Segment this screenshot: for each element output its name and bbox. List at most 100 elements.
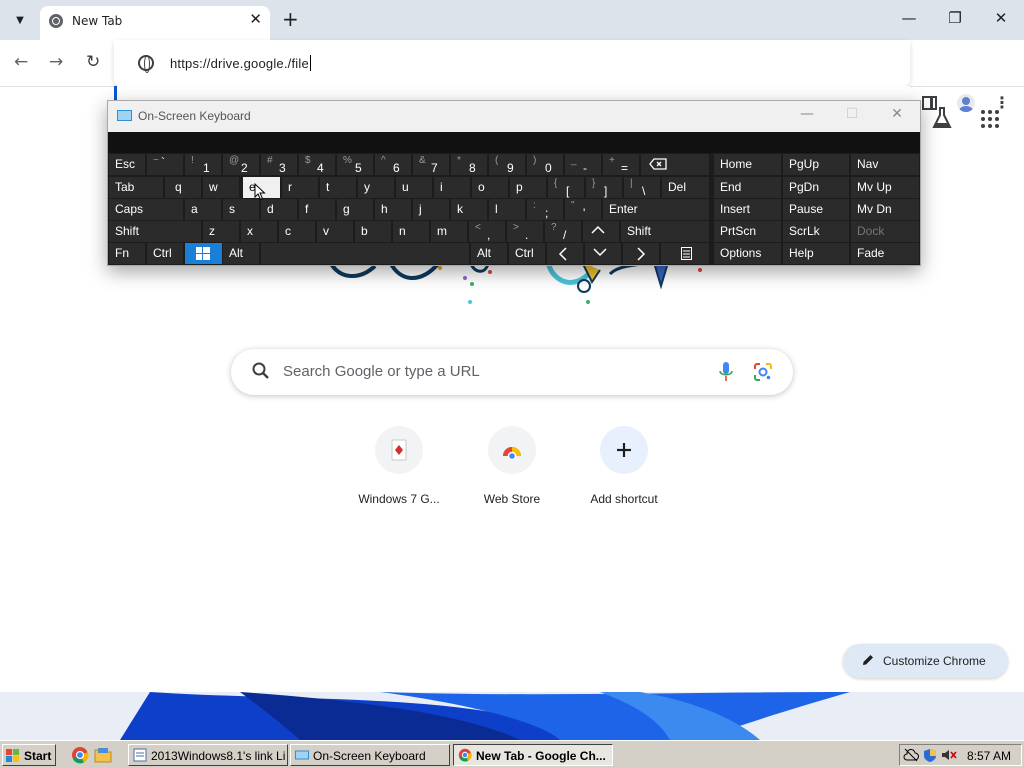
key-ctrl-right[interactable]: Ctrl — [509, 243, 545, 264]
key-m[interactable]: m — [431, 221, 467, 242]
key-a[interactable]: a — [185, 199, 221, 220]
key-end[interactable]: End — [714, 177, 781, 198]
taskbar-item-notepad[interactable]: 2013Windows8.1's link Lis... — [128, 744, 288, 766]
key-8[interactable]: * 8 — [451, 154, 487, 175]
window-close-icon[interactable]: ✕ — [981, 9, 1021, 27]
shortcut-windows7[interactable]: Windows 7 G... — [344, 426, 454, 506]
key-insert[interactable]: Insert — [714, 199, 781, 220]
key-fade[interactable]: Fade — [851, 243, 919, 264]
google-doodle[interactable] — [320, 262, 720, 307]
key-menu[interactable] — [661, 243, 709, 264]
key-q[interactable]: q — [165, 177, 201, 198]
key-v[interactable]: v — [317, 221, 353, 242]
key-9[interactable]: (9 — [489, 154, 525, 175]
key-pgup[interactable]: PgUp — [783, 154, 849, 175]
key-1[interactable]: ! 1 — [185, 154, 221, 175]
key-scrlk[interactable]: ScrLk — [783, 221, 849, 242]
google-lens-icon[interactable] — [753, 362, 773, 382]
minimize-icon[interactable]: — — [889, 9, 929, 27]
key-left-arrow[interactable] — [547, 243, 583, 264]
key-options[interactable]: Options — [714, 243, 781, 264]
clock[interactable]: 8:57 AM — [967, 749, 1011, 763]
osk-titlebar[interactable]: On-Screen Keyboard — ☐ ✕ — [108, 101, 920, 132]
key-help[interactable]: Help — [783, 243, 849, 264]
start-button[interactable]: Start — [2, 744, 56, 766]
cloud-offline-icon[interactable] — [903, 748, 919, 762]
key-caps[interactable]: Caps — [109, 199, 183, 220]
key-down-arrow[interactable] — [585, 243, 621, 264]
tab-close-icon[interactable]: ✕ — [249, 10, 262, 28]
key-del[interactable]: Del — [662, 177, 709, 198]
key-j[interactable]: j — [413, 199, 449, 220]
key-g[interactable]: g — [337, 199, 373, 220]
customize-chrome-button[interactable]: Customize Chrome — [843, 644, 1008, 678]
key-equals[interactable]: + = — [603, 154, 639, 175]
search-box[interactable]: Search Google or type a URL — [231, 349, 793, 395]
key-shift-right[interactable]: Shift — [621, 221, 709, 242]
folder-quicklaunch-icon[interactable] — [94, 746, 112, 764]
key-enter[interactable]: Enter — [603, 199, 709, 220]
key-h[interactable]: h — [375, 199, 411, 220]
back-arrow-icon[interactable]: ← — [14, 52, 28, 72]
taskbar-item-osk[interactable]: On-Screen Keyboard — [290, 744, 450, 766]
key-0[interactable]: ) 0 — [527, 154, 563, 175]
reload-icon[interactable]: ↻ — [86, 52, 100, 72]
key-esc[interactable]: Esc — [109, 154, 145, 175]
tab-new-tab[interactable]: New Tab ✕ — [40, 6, 270, 40]
key-comma[interactable]: <, — [469, 221, 505, 242]
key-nav[interactable]: Nav — [851, 154, 919, 175]
key-d[interactable]: d — [261, 199, 297, 220]
key-right-bracket[interactable]: }] — [586, 177, 622, 198]
omnibox-input[interactable]: https://drive.google./file — [170, 55, 311, 71]
shortcut-add[interactable]: Add shortcut — [569, 426, 679, 506]
key-left-bracket[interactable]: {[ — [548, 177, 584, 198]
key-ctrl-left[interactable]: Ctrl — [147, 243, 183, 264]
key-pause[interactable]: Pause — [783, 199, 849, 220]
key-k[interactable]: k — [451, 199, 487, 220]
key-4[interactable]: $4 — [299, 154, 335, 175]
key-semicolon[interactable]: :; — [527, 199, 563, 220]
new-tab-plus-icon[interactable]: + — [282, 7, 299, 31]
chrome-quicklaunch-icon[interactable] — [71, 746, 89, 764]
key-f[interactable]: f — [299, 199, 335, 220]
key-backspace[interactable] — [641, 154, 709, 175]
tab-search-chevron-icon[interactable]: ▼ — [8, 8, 32, 32]
profile-avatar-icon[interactable] — [957, 94, 975, 112]
key-quote[interactable]: " ' — [565, 199, 601, 220]
osk-minimize-icon[interactable]: — — [792, 106, 822, 122]
key-right-arrow[interactable] — [623, 243, 659, 264]
osk-close-icon[interactable]: ✕ — [882, 106, 912, 122]
key-alt-right[interactable]: Alt — [471, 243, 507, 264]
key-move-down[interactable]: Mv Dn — [851, 199, 919, 220]
key-n[interactable]: n — [393, 221, 429, 242]
key-tab[interactable]: Tab — [109, 177, 163, 198]
key-prtscn[interactable]: PrtScn — [714, 221, 781, 242]
key-move-up[interactable]: Mv Up — [851, 177, 919, 198]
key-pgdn[interactable]: PgDn — [783, 177, 849, 198]
key-5[interactable]: % 5 — [337, 154, 373, 175]
key-slash[interactable]: ? / — [545, 221, 581, 242]
microphone-icon[interactable] — [719, 362, 733, 382]
labs-flask-icon[interactable] — [932, 106, 952, 130]
restore-icon[interactable]: ❐ — [935, 9, 975, 27]
key-x[interactable]: x — [241, 221, 277, 242]
key-t[interactable]: t — [320, 177, 356, 198]
key-backslash[interactable]: | \ — [624, 177, 660, 198]
key-7[interactable]: & 7 — [413, 154, 449, 175]
key-o[interactable]: o — [472, 177, 508, 198]
google-apps-icon[interactable] — [981, 110, 999, 128]
key-space[interactable] — [261, 243, 469, 264]
key-3[interactable]: #3 — [261, 154, 297, 175]
key-i[interactable]: i — [434, 177, 470, 198]
key-w[interactable]: w — [203, 177, 239, 198]
key-y[interactable]: y — [358, 177, 394, 198]
key-r[interactable]: r — [282, 177, 318, 198]
key-windows[interactable] — [185, 243, 222, 264]
key-up-arrow[interactable] — [583, 221, 619, 242]
omnibox[interactable]: https://drive.google./file — [114, 40, 910, 87]
key-minus[interactable]: _ - — [565, 154, 601, 175]
key-fn[interactable]: Fn — [109, 243, 145, 264]
shortcut-web-store[interactable]: Web Store — [457, 426, 567, 506]
taskbar-item-chrome[interactable]: New Tab - Google Ch... — [453, 744, 613, 766]
key-home[interactable]: Home — [714, 154, 781, 175]
